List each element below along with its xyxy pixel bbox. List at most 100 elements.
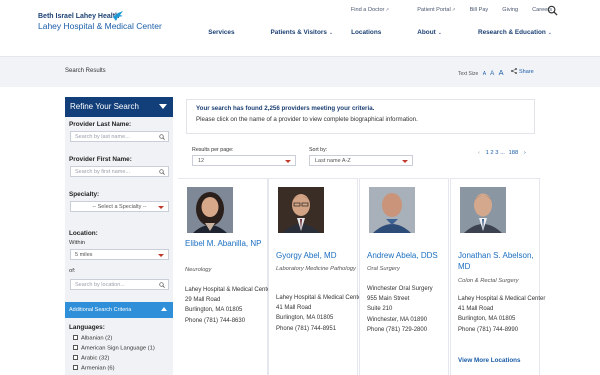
language-option[interactable]: Arabic (32) (73, 355, 109, 362)
provider-specialty: Colon & Rectal Surgery (458, 278, 519, 284)
provider-address: Lahey Hospital & Medical Center 41 Mall … (458, 294, 546, 335)
provider-name-link[interactable]: Gyorgy Abel, MD (276, 251, 362, 262)
share-button[interactable]: Share (511, 68, 534, 75)
provider-photo[interactable] (278, 187, 324, 233)
text-size-medium[interactable]: A (490, 70, 494, 77)
city-state-zip: Winchester, MA 01890 (367, 316, 428, 323)
search-icon[interactable] (159, 282, 165, 288)
external-link-icon: ↗ (451, 7, 456, 12)
provider-address: Winchester Oral Surgery 955 Main Street … (367, 284, 455, 335)
hospital-logo[interactable]: Beth Israel Lahey Health Lahey Hospital … (38, 11, 162, 31)
main-nav: Services Patients & Visitors ⌄ Locations … (190, 29, 552, 36)
text-size-label: Text Size (458, 71, 479, 77)
phone-number[interactable]: Phone (781) 744-8990 (458, 325, 546, 335)
provider-card: Elibel M. Abanilla, NP Neurology Lahey H… (178, 178, 272, 375)
phone-number[interactable]: Phone (781) 744-8630 (185, 316, 273, 326)
specialty-select[interactable]: -- Select a Specialty -- (70, 201, 169, 212)
first-name-placeholder: Search by first name... (75, 169, 131, 175)
street-address: 41 Mall Road (458, 306, 494, 313)
checkbox[interactable] (73, 355, 78, 360)
distance-value: 5 miles (75, 252, 93, 258)
caret-down-icon (159, 104, 167, 109)
first-name-input[interactable]: Search by first name... (70, 166, 169, 177)
search-icon[interactable] (159, 169, 165, 175)
last-name-input[interactable]: Search by last name... (70, 131, 169, 142)
page-links[interactable]: 1 2 3 ... (486, 150, 505, 156)
per-page-value: 12 (198, 158, 205, 164)
provider-name-link[interactable]: Elibel M. Abanilla, NP (185, 239, 271, 250)
util-link-find-doctor[interactable]: Find a Doctor↗ (337, 7, 389, 13)
text-size-control: Text Size A A A (458, 68, 504, 77)
checkbox[interactable] (73, 335, 78, 340)
sort-select[interactable]: Last name A-Z (309, 155, 413, 166)
street-address: 29 Mall Road (185, 297, 221, 304)
provider-card: Gyorgy Abel, MD Laboratory Medicine Path… (268, 178, 363, 375)
next-page-button[interactable]: › (524, 150, 526, 156)
provider-portrait (369, 187, 415, 233)
provider-photo[interactable] (369, 187, 415, 233)
provider-portrait (278, 187, 324, 233)
text-size-large[interactable]: A (499, 68, 504, 77)
search-icon[interactable] (159, 134, 165, 140)
prev-page-button[interactable]: ‹ (478, 150, 480, 156)
share-icon (511, 68, 517, 74)
practice-name: Lahey Hospital & Medical Center (276, 295, 364, 301)
nav-research-education[interactable]: Research & Education ⌄ (460, 29, 552, 36)
provider-card: Jonathan S. Abelson, MD Colon & Rectal S… (450, 178, 545, 375)
results-instructions: Please click on the name of a provider t… (196, 116, 418, 123)
city-state-zip: Burlington, MA 01805 (458, 316, 516, 323)
page-subbar: Search Results Text Size A A A Share (0, 57, 600, 87)
view-more-locations-link[interactable]: View More Locations (458, 357, 521, 364)
location-input[interactable]: Search by location... (70, 279, 169, 290)
nav-services[interactable]: Services (208, 29, 234, 36)
caret-up-icon (161, 307, 167, 311)
provider-photo[interactable] (187, 187, 233, 233)
first-name-label: Provider First Name: (69, 156, 132, 163)
provider-specialty: Laboratory Medicine Pathology (276, 266, 356, 272)
phone-number[interactable]: Phone (781) 744-8951 (276, 324, 364, 334)
language-option[interactable]: American Sign Language (1) (73, 345, 155, 352)
sort-value: Last name A-Z (315, 158, 351, 164)
phone-number[interactable]: Phone (781) 729-2800 (367, 325, 455, 335)
text-size-small[interactable]: A (483, 71, 486, 77)
street-address: 955 Main Street (367, 296, 410, 303)
utility-nav: Find a Doctor↗ Patient Portal↗ Bill Pay … (323, 7, 552, 13)
chevron-down-icon: ⌄ (437, 30, 442, 36)
checkbox[interactable] (73, 365, 78, 370)
languages-label: Languages: (69, 324, 105, 331)
util-link-patient-portal[interactable]: Patient Portal↗ (403, 7, 455, 13)
specialty-value: -- Select a Specialty -- (92, 204, 147, 210)
additional-criteria-toggle[interactable]: Additional Search Criteria (65, 302, 173, 318)
provider-specialty: Neurology (185, 267, 212, 273)
specialty-label: Specialty: (69, 191, 100, 198)
per-page-select[interactable]: 12 (192, 155, 296, 166)
util-link-giving[interactable]: Giving (502, 7, 518, 13)
of-label: of: (69, 268, 76, 274)
street-address: 41 Mall Road (276, 305, 312, 312)
nav-patients-visitors[interactable]: Patients & Visitors ⌄ (253, 29, 334, 36)
util-link-bill-pay[interactable]: Bill Pay (470, 7, 489, 13)
distance-select[interactable]: 5 miles (70, 249, 169, 260)
search-icon[interactable] (547, 5, 558, 16)
provider-name-link[interactable]: Andrew Abela, DDS (367, 251, 453, 262)
language-option[interactable]: Albanian (2) (73, 335, 112, 342)
results-notice: Your search has found 2,256 providers me… (186, 99, 535, 134)
provider-photo[interactable] (460, 187, 506, 233)
refine-search-header[interactable]: Refine Your Search (65, 97, 173, 117)
nav-about[interactable]: About ⌄ (399, 29, 442, 36)
checkbox[interactable] (73, 345, 78, 350)
location-placeholder: Search by location... (75, 282, 125, 288)
practice-name: Winchester Oral Surgery (367, 286, 433, 292)
results-count-text: Your search has found 2,256 providers me… (196, 105, 375, 112)
location-label: Location: (69, 230, 98, 237)
dropdown-arrow-icon (402, 160, 408, 163)
last-page-link[interactable]: 188 (509, 150, 519, 156)
nav-locations[interactable]: Locations (351, 29, 381, 36)
provider-card: Andrew Abela, DDS Oral Surgery Wincheste… (359, 178, 449, 375)
provider-name-link[interactable]: Jonathan S. Abelson, MD (458, 251, 544, 273)
logo-hospital-name: Lahey Hospital & Medical Center (38, 21, 162, 31)
external-link-icon: ↗ (385, 7, 390, 12)
per-page-label: Results per page: (192, 147, 234, 153)
provider-specialty: Oral Surgery (367, 266, 400, 272)
language-option[interactable]: Armenian (6) (73, 365, 115, 372)
